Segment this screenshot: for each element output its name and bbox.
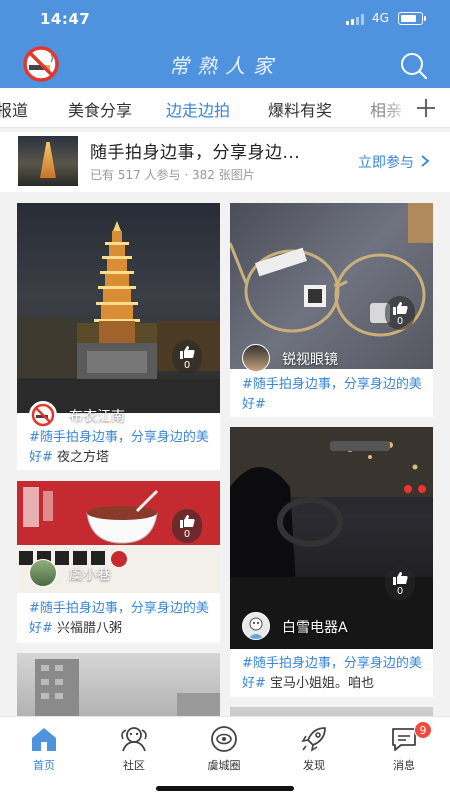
nav-label: 发现: [303, 759, 325, 772]
unread-badge: 9: [414, 721, 432, 739]
top-bar: 14:47 4G 常熟人家: [0, 0, 450, 88]
post-caption: #随手拍身边事，分享身边的美好# 夜之方塔: [29, 428, 212, 468]
nav-discover[interactable]: 发现: [284, 723, 344, 777]
post-image: [17, 203, 220, 413]
like-button[interactable]: 0: [172, 509, 202, 543]
nav-messages[interactable]: 9 消息: [374, 721, 434, 777]
post-card[interactable]: 0 锐视眼镜 #随手拍身边事，分享身边的美好#: [230, 203, 433, 417]
author-name: 布衣江南: [69, 409, 125, 425]
signal-icon: [346, 14, 364, 25]
nav-label: 虞城圈: [207, 759, 241, 772]
nav-yucheng-circle[interactable]: 虞城圈: [194, 723, 254, 777]
no-smoking-icon[interactable]: [20, 46, 62, 82]
thumbs-up-icon: [180, 346, 195, 359]
post-image: [230, 707, 433, 716]
post-card[interactable]: 0 布衣江南 #随手拍身边事，分享身边的美好# 夜之方塔: [17, 203, 220, 470]
home-indicator[interactable]: [156, 786, 294, 791]
topic-banner[interactable]: 随手拍身边事，分享身边... 已有 517 人参与 · 382 张图片 立即参与: [0, 132, 450, 192]
join-label: 立即参与: [358, 155, 414, 171]
rocket-icon: [301, 727, 326, 752]
post-image: [17, 653, 220, 716]
tab-report[interactable]: 报道: [0, 97, 28, 121]
home-icon: [32, 728, 56, 751]
like-button[interactable]: 0: [385, 566, 415, 600]
thumbs-up-icon: [393, 302, 408, 315]
like-button[interactable]: 0: [172, 340, 202, 374]
post-caption: #随手拍身边事，分享身边的美好# 宝马小姐姐。咱也: [242, 654, 425, 694]
network-type: 4G: [372, 11, 389, 25]
thumbs-up-icon: [393, 572, 408, 585]
app-title: 常熟人家: [169, 54, 281, 78]
status-time: 14:47: [40, 10, 91, 28]
post-card[interactable]: [230, 707, 433, 716]
tab-tipoff-reward[interactable]: 爆料有奖: [268, 97, 332, 121]
author-name: 锐视眼镜: [282, 352, 338, 368]
like-count: 0: [396, 586, 404, 597]
topic-hashtag[interactable]: #随手拍身边事，分享身边的美好#: [242, 377, 422, 412]
nav-label: 首页: [33, 759, 55, 772]
post-caption: #随手拍身边事，分享身边的美好# 兴福腊八粥: [29, 599, 212, 639]
thumbs-up-icon: [180, 515, 195, 528]
nav-label: 社区: [123, 759, 145, 772]
author-name: 白雪电器A: [282, 620, 348, 636]
tab-street-photo[interactable]: 边走边拍: [166, 97, 230, 121]
post-caption: #随手拍身边事，分享身边的美好#: [242, 375, 425, 415]
nav-home[interactable]: 首页: [14, 723, 74, 777]
like-count: 0: [396, 316, 404, 327]
tab-food-share[interactable]: 美食分享: [68, 97, 132, 121]
join-button[interactable]: 立即参与: [358, 152, 430, 172]
battery-icon: [398, 12, 426, 25]
avatar: [29, 401, 57, 429]
status-bar: 14:47 4G: [0, 0, 450, 38]
avatar: [242, 612, 270, 640]
add-tab-icon[interactable]: [414, 96, 438, 120]
topic-meta: 已有 517 人参与 · 382 张图片: [90, 168, 255, 182]
avatar: [242, 344, 270, 372]
avatar: [29, 559, 57, 587]
community-icon: [121, 727, 147, 752]
caption-text: 兴福腊八粥: [52, 621, 123, 636]
post-card[interactable]: 0 虞小巷 #随手拍身边事，分享身边的美好# 兴福腊八粥: [17, 481, 220, 643]
search-icon[interactable]: [398, 50, 430, 82]
like-button[interactable]: 0: [385, 296, 415, 330]
circle-icon: [211, 726, 237, 752]
nav-community[interactable]: 社区: [104, 723, 164, 777]
author-name: 虞小巷: [69, 567, 111, 583]
topic-thumbnail: [18, 136, 78, 186]
topic-title: 随手拍身边事，分享身边...: [90, 143, 301, 163]
nav-label: 消息: [393, 759, 415, 772]
post-card[interactable]: 0 白雪电器A #随手拍身边事，分享身边的美好# 宝马小姐姐。咱也: [230, 427, 433, 697]
category-tabs: 报道 美食分享 边走边拍 爆料有奖 相亲: [0, 88, 450, 128]
post-card[interactable]: [17, 653, 220, 716]
caption-text: 宝马小姐姐。咱也: [265, 676, 375, 691]
caption-text: 夜之方塔: [52, 450, 110, 465]
like-count: 0: [183, 360, 191, 371]
chevron-right-icon: [421, 155, 430, 167]
like-count: 0: [183, 529, 191, 540]
photo-feed: 0 布衣江南 #随手拍身边事，分享身边的美好# 夜之方塔 0 锐视眼镜 #随手拍…: [0, 192, 450, 716]
